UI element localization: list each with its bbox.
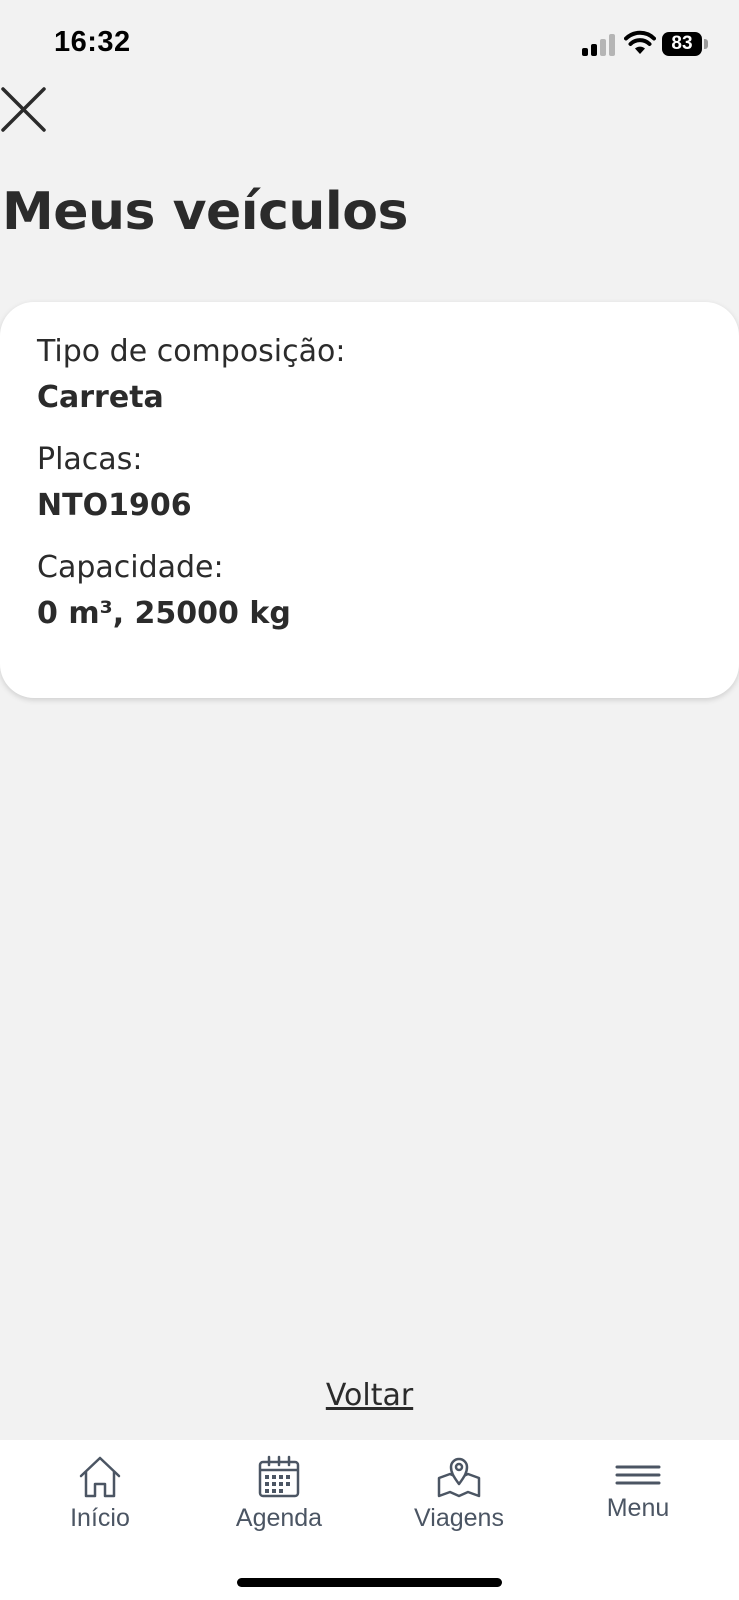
home-icon (79, 1456, 121, 1498)
nav-item-agenda[interactable]: Agenda (189, 1440, 369, 1560)
nav-item-menu[interactable]: Menu (548, 1440, 728, 1560)
nav-label-viagens: Viagens (414, 1504, 504, 1532)
home-indicator (237, 1578, 502, 1587)
cellular-signal-icon (582, 34, 616, 56)
nav-label-inicio: Início (70, 1504, 130, 1532)
nav-label-menu: Menu (606, 1494, 670, 1522)
status-bar: 16:32 83 (0, 0, 739, 80)
hamburger-menu-icon (615, 1465, 661, 1485)
capacity-label: Capacidade: (37, 550, 224, 585)
plates-value: NTO1906 (37, 488, 192, 523)
wifi-icon (624, 30, 656, 54)
back-link[interactable]: Voltar (0, 1378, 739, 1413)
composition-label: Tipo de composição: (37, 334, 346, 369)
battery-indicator: 83 (662, 32, 702, 56)
capacity-value: 0 m³, 25000 kg (37, 596, 291, 631)
nav-label-agenda: Agenda (235, 1504, 323, 1532)
screen: 16:32 83 Meus veículos Tipo de composiçã… (0, 0, 739, 1600)
page-title: Meus veículos (2, 182, 408, 242)
calendar-icon (258, 1455, 300, 1498)
close-icon (1, 87, 46, 132)
map-pin-icon (437, 1457, 481, 1498)
nav-item-viagens[interactable]: Viagens (369, 1440, 549, 1560)
battery-tip (704, 39, 708, 49)
composition-value: Carreta (37, 380, 164, 415)
plates-label: Placas: (37, 442, 143, 477)
status-time: 16:32 (54, 26, 131, 58)
nav-item-inicio[interactable]: Início (10, 1440, 190, 1560)
close-button[interactable] (0, 86, 48, 134)
bottom-nav: Início Agenda Viagens Menu (0, 1440, 739, 1600)
vehicle-card: Tipo de composição: Carreta Placas: NTO1… (0, 302, 739, 698)
